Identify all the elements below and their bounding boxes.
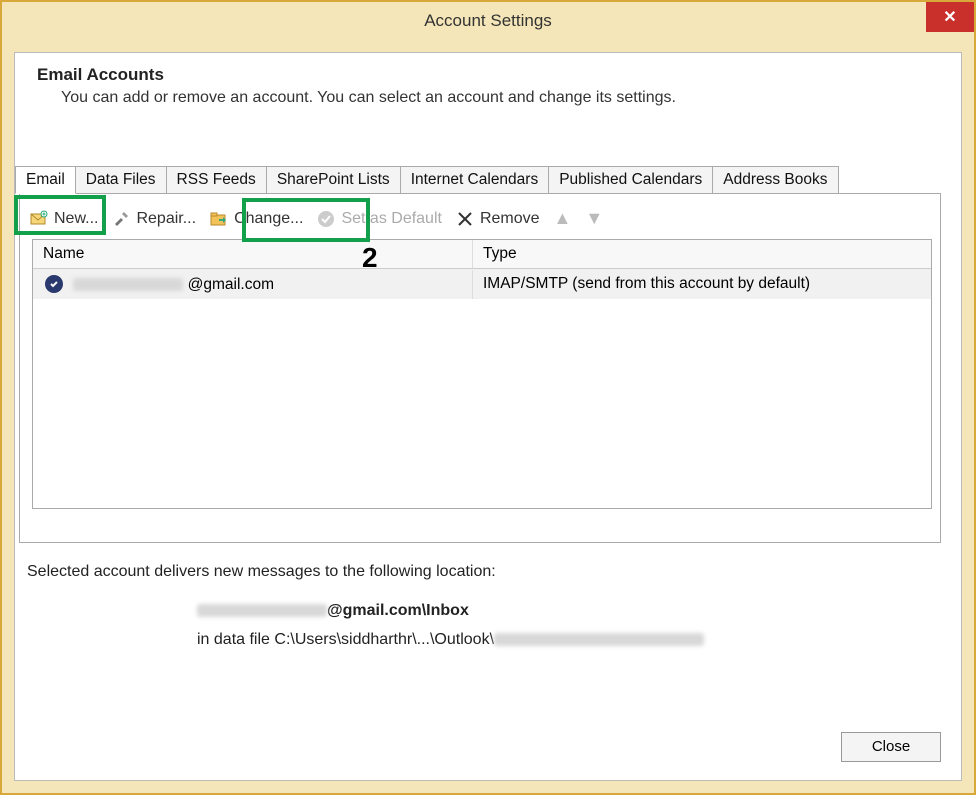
close-button[interactable]: Close bbox=[841, 732, 941, 762]
table-row[interactable]: @gmail.com IMAP/SMTP (send from this acc… bbox=[33, 269, 931, 299]
new-account-button[interactable]: New... bbox=[30, 210, 98, 228]
move-down-button: ▼ bbox=[585, 208, 603, 229]
tab-email[interactable]: Email bbox=[15, 166, 76, 194]
change-label: Change... bbox=[234, 210, 303, 228]
arrow-down-icon: ▼ bbox=[585, 208, 603, 228]
account-type-cell: IMAP/SMTP (send from this account by def… bbox=[473, 270, 931, 298]
repair-button[interactable]: Repair... bbox=[112, 210, 196, 228]
change-button[interactable]: Change... bbox=[210, 210, 303, 228]
default-account-check-icon bbox=[45, 275, 63, 293]
delivery-line-2: in data file C:\Users\siddharthr\...\Out… bbox=[197, 626, 949, 655]
repair-label: Repair... bbox=[136, 210, 196, 228]
account-name-cell: @gmail.com bbox=[33, 270, 473, 299]
close-button-label: Close bbox=[872, 738, 910, 755]
delivery-location-block: Selected account delivers new messages t… bbox=[15, 543, 961, 655]
remove-button[interactable]: Remove bbox=[456, 210, 540, 228]
window-title: Account Settings bbox=[424, 11, 552, 31]
set-default-label: Set as Default bbox=[341, 210, 442, 228]
redacted-email-prefix bbox=[197, 604, 327, 617]
annotation-2: 2 bbox=[362, 242, 378, 274]
tab-sharepoint-lists[interactable]: SharePoint Lists bbox=[266, 166, 401, 194]
window-close-button[interactable]: ✕ bbox=[926, 2, 974, 32]
tab-panel-email: 2 New... Repair... bbox=[19, 193, 941, 543]
new-account-label: New... bbox=[54, 210, 98, 228]
column-header-type[interactable]: Type bbox=[473, 240, 931, 268]
redacted-datafile-suffix bbox=[494, 633, 704, 646]
header-description: You can add or remove an account. You ca… bbox=[61, 89, 941, 107]
tab-data-files[interactable]: Data Files bbox=[75, 166, 167, 194]
account-settings-window: Account Settings ✕ Email Accounts You ca… bbox=[0, 0, 976, 795]
toolbar: New... Repair... Change... bbox=[20, 194, 940, 239]
titlebar: Account Settings ✕ bbox=[2, 2, 974, 40]
delivery-lines: @gmail.com\Inbox in data file C:\Users\s… bbox=[197, 597, 949, 655]
move-up-button: ▲ bbox=[554, 208, 572, 229]
delivery-label: Selected account delivers new messages t… bbox=[27, 563, 949, 581]
accounts-table: Name Type @gmail.com IMAP/SMTP (send fro… bbox=[32, 239, 932, 509]
tab-body-wrapper: 2 New... Repair... bbox=[15, 193, 961, 543]
delivery-line-1: @gmail.com\Inbox bbox=[197, 597, 949, 626]
new-mail-icon bbox=[30, 210, 48, 228]
arrow-up-icon: ▲ bbox=[554, 208, 572, 228]
remove-x-icon bbox=[456, 210, 474, 228]
tab-strip: Email Data Files RSS Feeds SharePoint Li… bbox=[15, 165, 961, 193]
tab-published-calendars[interactable]: Published Calendars bbox=[548, 166, 713, 194]
header-title: Email Accounts bbox=[37, 65, 941, 85]
close-icon: ✕ bbox=[943, 7, 956, 27]
tab-rss-feeds[interactable]: RSS Feeds bbox=[166, 166, 267, 194]
delivery-datafile-prefix: in data file C:\Users\siddharthr\...\Out… bbox=[197, 631, 494, 648]
delivery-path-suffix: @gmail.com\Inbox bbox=[327, 602, 469, 619]
remove-label: Remove bbox=[480, 210, 540, 228]
table-header-row: Name Type bbox=[33, 240, 931, 269]
set-default-button: Set as Default bbox=[317, 210, 442, 228]
tab-address-books[interactable]: Address Books bbox=[712, 166, 838, 194]
tab-internet-calendars[interactable]: Internet Calendars bbox=[400, 166, 550, 194]
content-area: Email Accounts You can add or remove an … bbox=[14, 52, 962, 781]
header-block: Email Accounts You can add or remove an … bbox=[15, 53, 961, 117]
column-header-name[interactable]: Name bbox=[33, 240, 473, 268]
check-circle-icon bbox=[317, 210, 335, 228]
tools-icon bbox=[112, 210, 130, 228]
account-name-suffix: @gmail.com bbox=[188, 276, 274, 293]
redacted-account-name bbox=[73, 278, 183, 291]
change-folder-icon bbox=[210, 210, 228, 228]
